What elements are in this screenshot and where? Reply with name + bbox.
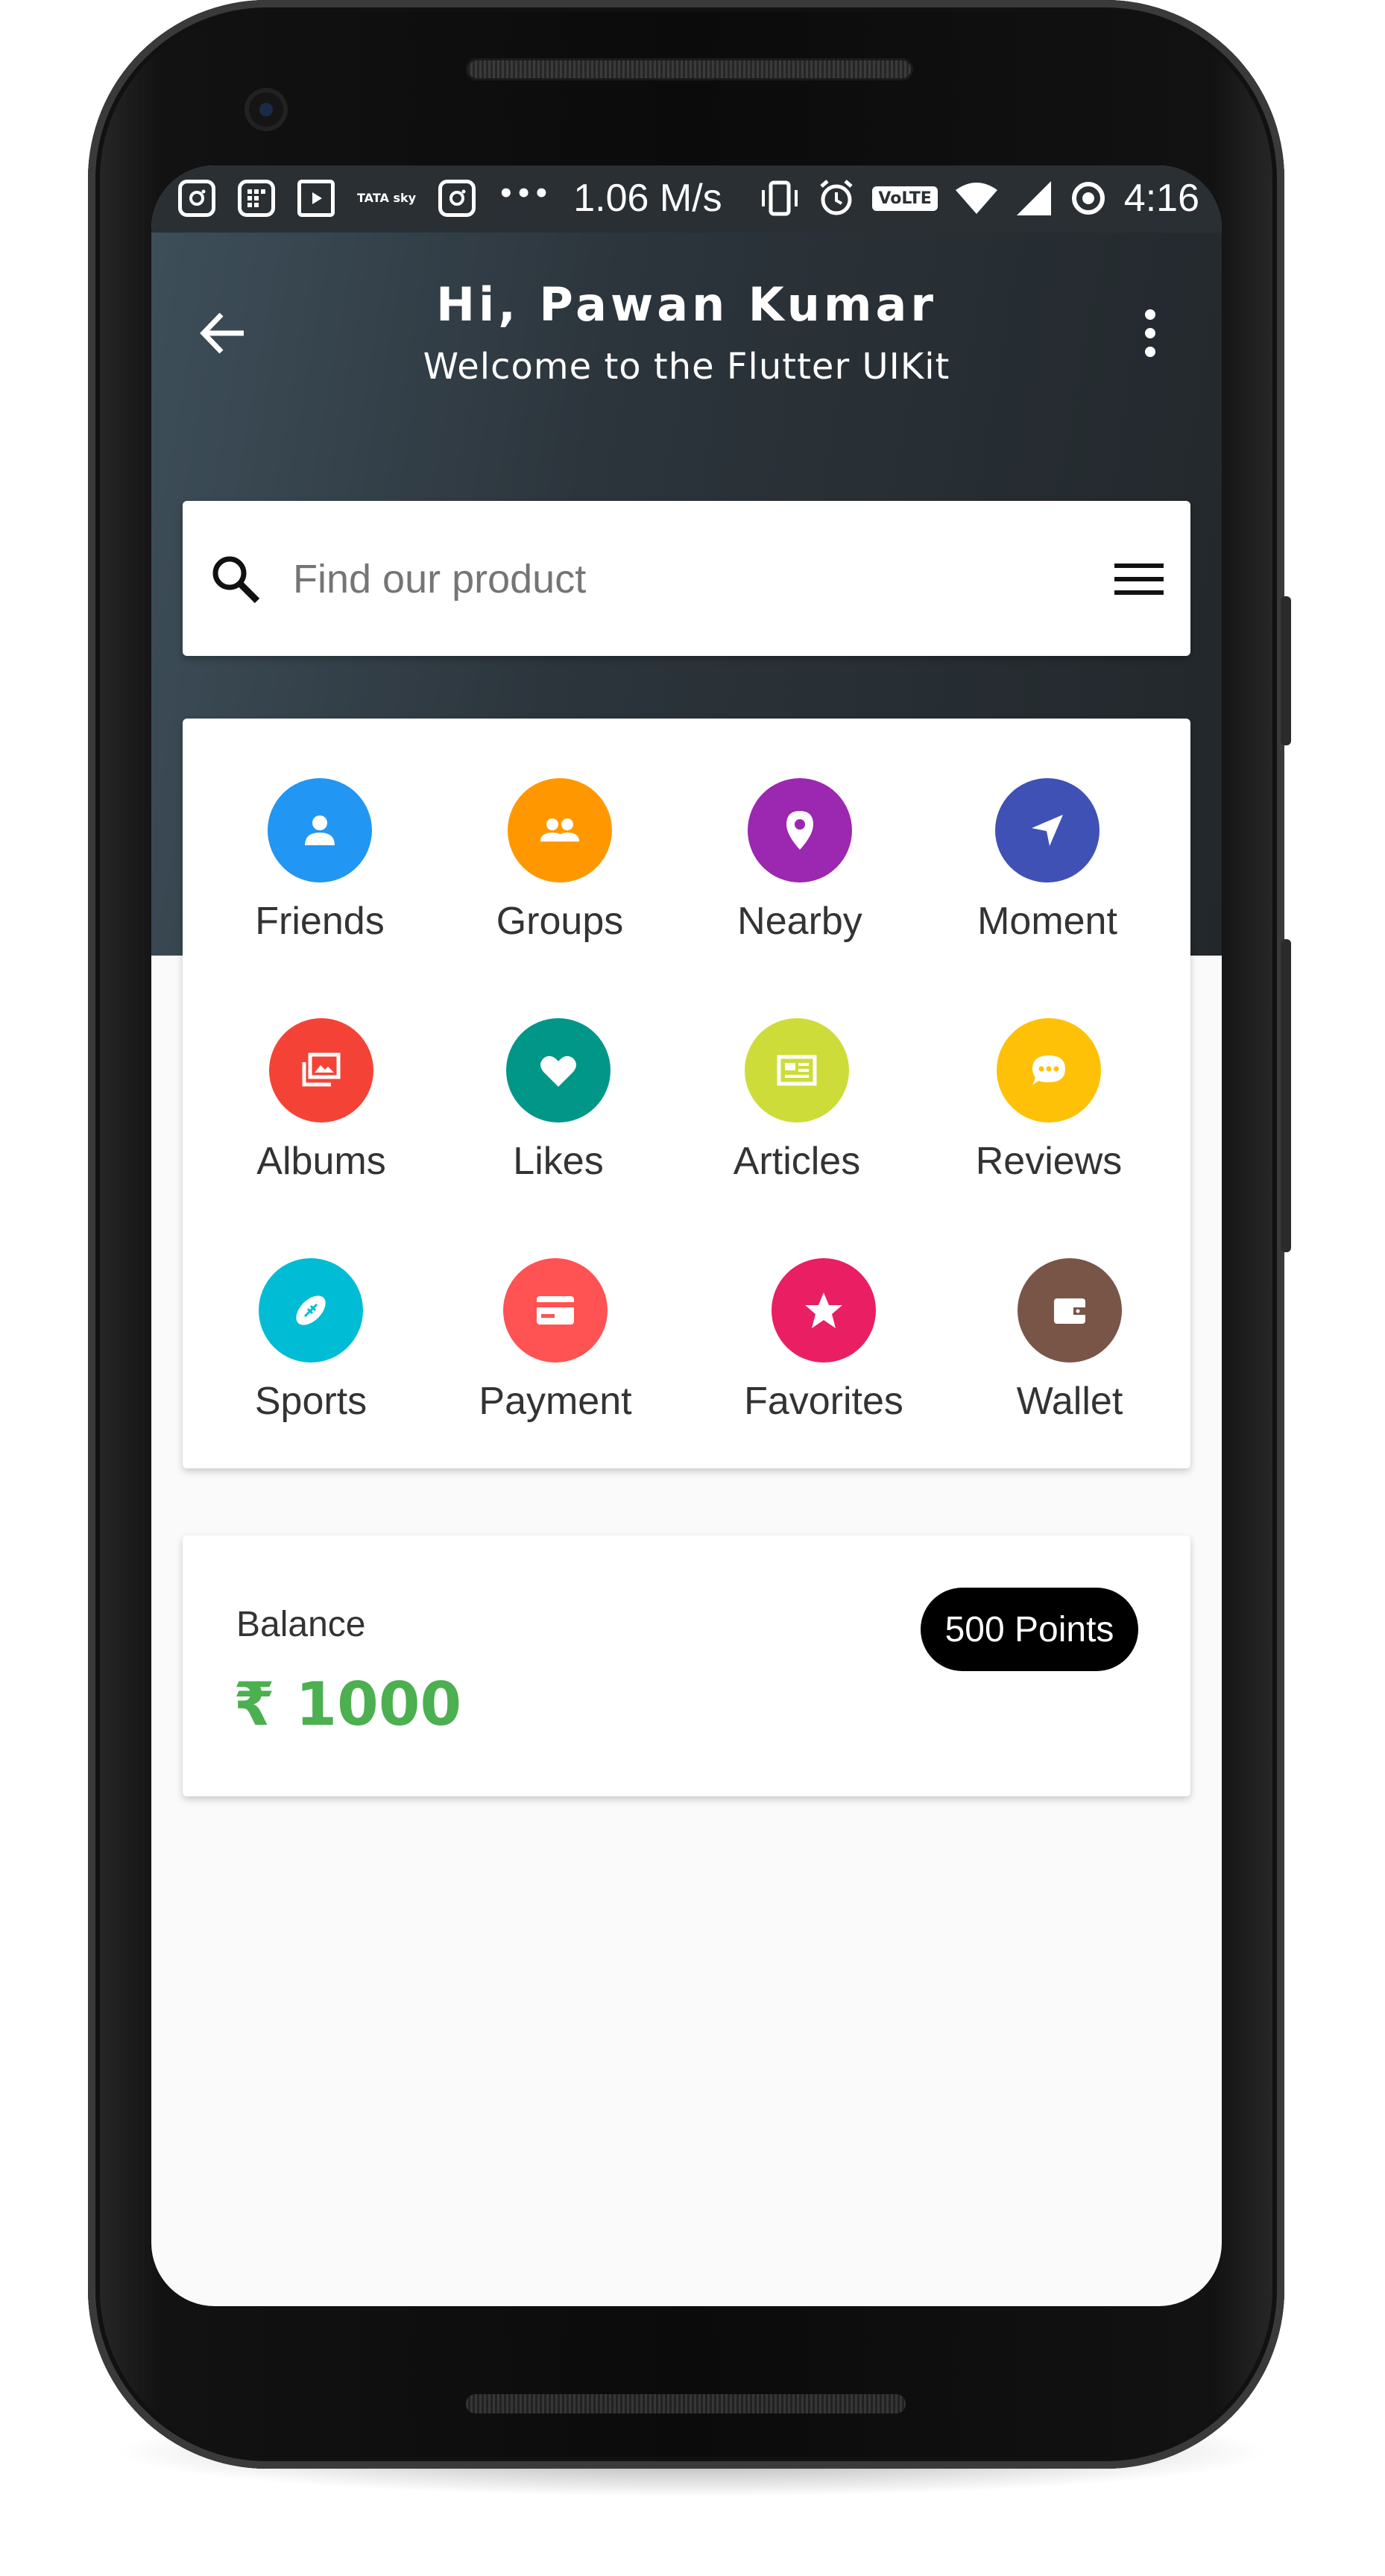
- wifi-icon: [955, 183, 997, 214]
- clock: 4:16: [1123, 177, 1199, 220]
- credit-card-icon: [537, 1296, 574, 1325]
- photo-album-icon: [302, 1052, 341, 1087]
- instagram-icon: [438, 180, 476, 217]
- power-button: [1281, 596, 1291, 745]
- grid-label: Moment: [977, 900, 1117, 943]
- balance-label: Balance: [236, 1605, 366, 1644]
- grid-item-friends[interactable]: Friends: [208, 778, 432, 944]
- front-camera: [244, 88, 288, 131]
- person-icon: [305, 815, 335, 845]
- volte-icon: VoLTE: [872, 186, 938, 211]
- grid-label: Reviews: [975, 1140, 1123, 1183]
- category-grid: Friends Groups Nearby Moment Albums Like…: [183, 719, 1190, 1468]
- grid-item-favorites[interactable]: Favorites: [712, 1258, 936, 1424]
- points-badge[interactable]: 500 Points: [921, 1588, 1138, 1671]
- location-pin-icon: [786, 811, 813, 850]
- grid-item-payment[interactable]: Payment: [444, 1258, 667, 1424]
- group-icon: [540, 818, 579, 842]
- volume-button: [1281, 939, 1291, 1252]
- grid-label: Likes: [513, 1140, 604, 1183]
- status-bar: TATA sky ••• 1.06 M/s VoLTE 4:16: [151, 165, 1222, 233]
- grid-label: Wallet: [1016, 1380, 1123, 1423]
- grid-item-nearby[interactable]: Nearby: [688, 778, 912, 944]
- tata-sky-label: TATA sky: [357, 191, 417, 205]
- app-screen: TATA sky ••• 1.06 M/s VoLTE 4:16 Hi, Paw…: [151, 165, 1222, 2306]
- reviews-circle: [997, 1018, 1101, 1123]
- navigation-arrow-icon: [1032, 815, 1063, 846]
- chat-bubble-icon: [1032, 1055, 1065, 1085]
- sports-circle: [259, 1258, 363, 1363]
- albums-circle: [269, 1018, 373, 1123]
- vibrate-icon: [762, 180, 798, 216]
- system-icons: VoLTE 4:16: [759, 176, 1199, 221]
- grid-item-groups[interactable]: Groups: [448, 778, 672, 944]
- notification-icons: TATA sky ••• 1.06 M/s: [178, 176, 722, 221]
- tv-icon: [297, 180, 335, 217]
- moment-circle: [995, 778, 1100, 883]
- grid-app-icon: [238, 180, 275, 217]
- grid-item-wallet[interactable]: Wallet: [958, 1258, 1181, 1424]
- grid-label: Friends: [255, 900, 385, 943]
- heart-icon: [540, 1055, 576, 1087]
- alarm-icon: [820, 180, 854, 215]
- article-icon: [777, 1055, 817, 1086]
- favorites-circle: [772, 1258, 876, 1363]
- wallet-circle: [1018, 1258, 1122, 1363]
- grid-item-moment[interactable]: Moment: [936, 778, 1159, 944]
- menu-icon[interactable]: [1114, 561, 1164, 598]
- sync-icon: [1071, 182, 1105, 215]
- balance-card: Balance ₹ 1000 500 Points: [183, 1535, 1190, 1796]
- grid-label: Payment: [479, 1380, 632, 1423]
- star-icon: [805, 1292, 842, 1328]
- grid-item-articles[interactable]: Articles: [685, 1018, 909, 1184]
- wallet-icon: [1054, 1298, 1085, 1324]
- grid-item-sports[interactable]: Sports: [199, 1258, 423, 1424]
- more-dots-icon: •••: [498, 179, 552, 209]
- grid-label: Albums: [256, 1140, 386, 1183]
- instagram-icon: [178, 180, 215, 217]
- groups-circle: [508, 778, 612, 883]
- grid-label: Favorites: [744, 1380, 903, 1423]
- more-vertical-icon[interactable]: [1135, 307, 1165, 359]
- grid-item-albums[interactable]: Albums: [209, 1018, 433, 1184]
- grid-label: Sports: [254, 1380, 367, 1423]
- balance-amount: ₹ 1000: [233, 1670, 462, 1739]
- bottom-speaker: [466, 2394, 906, 2414]
- nearby-circle: [748, 778, 852, 883]
- grid-label: Articles: [733, 1140, 861, 1183]
- payment-circle: [503, 1258, 608, 1363]
- search-input[interactable]: Find our product: [293, 553, 586, 605]
- page-title: Hi, Pawan Kumar: [436, 277, 937, 332]
- grid-item-likes[interactable]: Likes: [447, 1018, 670, 1184]
- tata-sky-icon: TATA sky: [357, 192, 416, 204]
- earpiece-speaker: [466, 58, 913, 80]
- football-icon: [296, 1295, 326, 1325]
- signal-icon: [1016, 181, 1051, 215]
- network-speed: 1.06 M/s: [573, 177, 722, 220]
- articles-circle: [745, 1018, 849, 1123]
- search-bar[interactable]: Find our product: [183, 501, 1190, 656]
- search-icon: [212, 556, 260, 604]
- friends-circle: [268, 778, 372, 883]
- likes-circle: [506, 1018, 611, 1123]
- grid-label: Nearby: [737, 900, 862, 943]
- page-subtitle: Welcome to the Flutter UIKit: [423, 346, 950, 388]
- grid-item-reviews[interactable]: Reviews: [937, 1018, 1161, 1184]
- grid-label: Groups: [496, 900, 624, 943]
